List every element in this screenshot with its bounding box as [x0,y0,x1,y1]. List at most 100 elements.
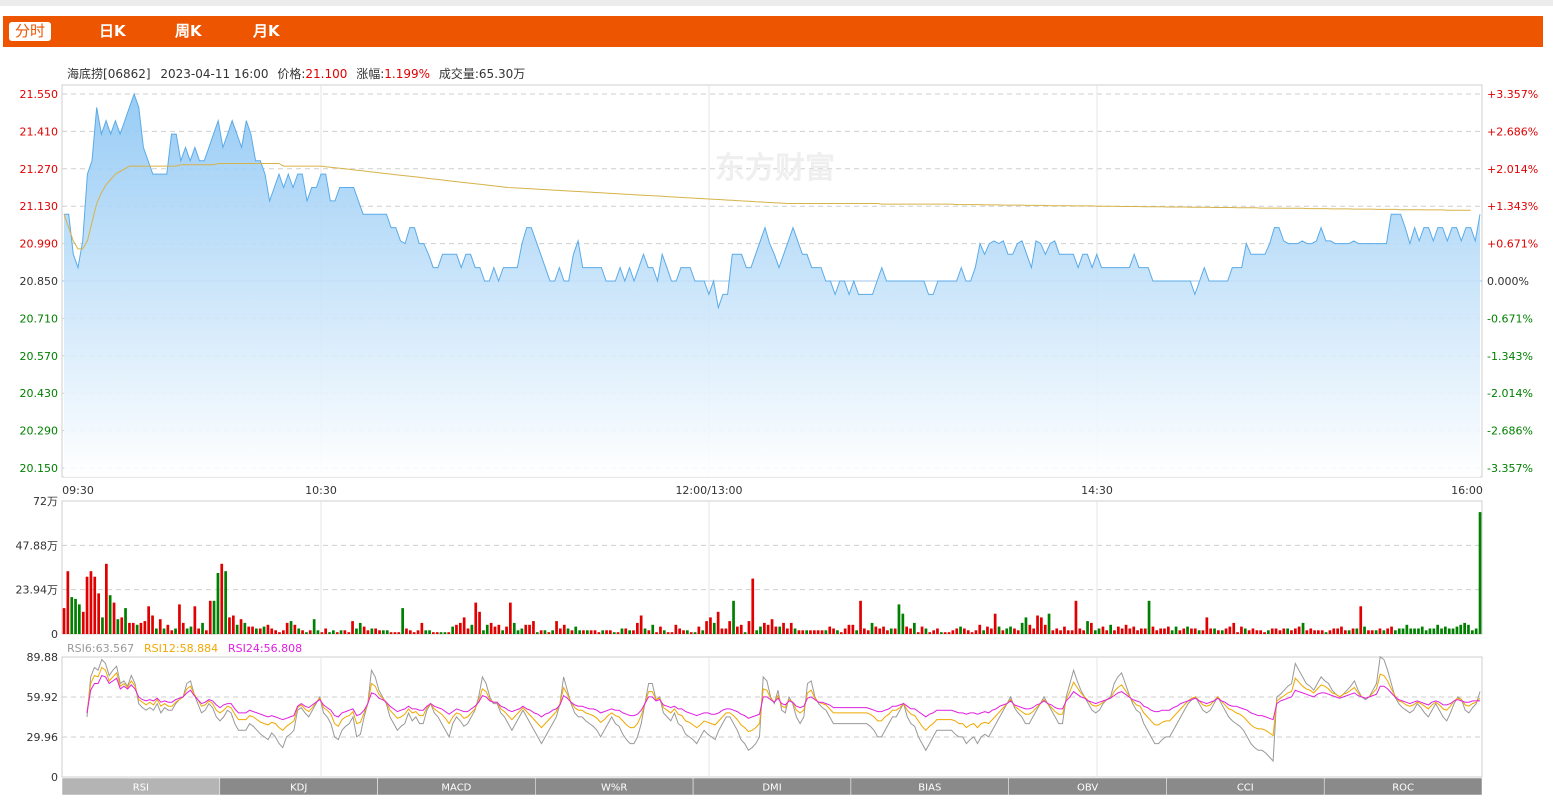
volume-bar [809,630,812,634]
volume-bar [305,632,308,634]
volume-bar [1047,613,1051,634]
volume-bar [1451,628,1455,634]
volume-bar [478,611,481,634]
rsi-legend-2: RSI24:56.808 [228,642,302,655]
volume-bar [416,630,420,634]
volume-bar [108,595,112,634]
pct-tick-right: +2.014% [1487,163,1538,176]
volume-bar [1063,626,1066,634]
price-tick-left: 20.430 [20,387,59,400]
volume-bar [847,624,851,634]
volume-bar [1286,628,1289,634]
volume-bar [524,624,528,634]
volume-bar [1128,628,1132,634]
volume-bar [512,622,516,634]
volume-bar [578,630,581,634]
volume-bar [101,617,104,634]
volume-bar [1351,628,1355,634]
volume-bar [1240,626,1243,634]
volume-bar [1367,630,1370,634]
pct-tick-right: -2.014% [1487,387,1533,400]
volume-bar [724,628,728,634]
volume-bar [647,630,651,634]
volume-bar [462,617,466,634]
volume-bar [1136,630,1139,634]
volume-bar [162,628,166,634]
volume-bar [1394,630,1397,634]
volume-bar [1236,632,1239,634]
volume-bar [1382,630,1386,634]
volume-bar [412,632,416,634]
volume-bar [470,624,474,634]
volume-bar [920,626,924,634]
volume-bar [1124,624,1128,634]
volume-bar [866,630,870,634]
indicator-tab-label: RSI [133,783,149,794]
volume-bar [520,628,524,634]
indicator-tab-macd[interactable]: MACD [377,777,536,796]
volume-bar [235,624,239,634]
volume-bar [863,628,866,634]
indicator-tab-cci[interactable]: CCI [1166,777,1325,796]
volume-bar [739,624,743,634]
volume-bar [828,626,832,634]
volume-bar [878,628,882,634]
volume-bar [1359,606,1363,634]
volume-bar [736,626,739,634]
volume-bar [459,622,462,634]
volume-bar [105,563,108,634]
volume-bar [697,626,701,634]
indicator-tab-kdj[interactable]: KDJ [219,777,378,796]
volume-bar [874,626,878,634]
volume-bar [1074,600,1078,635]
volume-bar [763,622,766,634]
volume-bar [224,571,227,634]
volume-bar [1390,626,1393,634]
volume-bar [974,630,978,634]
volume-bar [963,628,966,634]
volume-bar [955,628,959,634]
volume-bar [1471,630,1474,634]
indicator-tab-rsi[interactable]: RSI [61,777,221,796]
rsi-tick: 0 [51,771,58,784]
volume-bar [666,632,670,634]
indicator-tab-label: OBV [1077,783,1098,794]
volume-bar [1324,632,1328,634]
volume-bar [913,622,916,634]
volume-bar [466,628,470,634]
volume-bar [312,619,316,634]
price-tick-left: 20.150 [20,462,59,475]
indicator-tab-roc[interactable]: ROC [1323,777,1483,796]
volume-bar [1078,628,1082,634]
volume-bar [1424,630,1428,634]
indicator-tab-dmi[interactable]: DMI [692,777,852,796]
volume-bar [1309,628,1313,634]
volume-bar [982,630,985,634]
volume-bar [1020,622,1024,634]
volume-bar [855,630,858,634]
volume-bar [335,632,339,634]
volume-bar [893,628,897,634]
volume-bar [1155,630,1159,634]
volume-bar [316,630,320,634]
volume-bar [1147,600,1151,635]
volume-bar [1455,626,1459,634]
indicator-tab-obv[interactable]: OBV [1008,777,1167,796]
indicator-tab-bias[interactable]: BIAS [850,777,1009,796]
volume-bar [509,602,512,634]
volume-bar [547,632,551,634]
volume-bar [1051,630,1055,634]
volume-bar [189,626,193,634]
indicator-tab-wr[interactable]: W%R [535,777,694,796]
price-tick-left: 20.990 [20,238,59,251]
volume-bar [612,632,616,634]
volume-bar [897,604,901,634]
volume-bar [135,624,139,634]
indicator-tab-label: KDJ [290,783,307,794]
volume-bar [986,626,989,634]
volume-tick: 72万 [33,495,58,508]
volume-bar [1413,628,1416,634]
volume-bar [766,624,770,634]
volume-bar [1224,628,1228,634]
volume-bar [247,626,251,634]
